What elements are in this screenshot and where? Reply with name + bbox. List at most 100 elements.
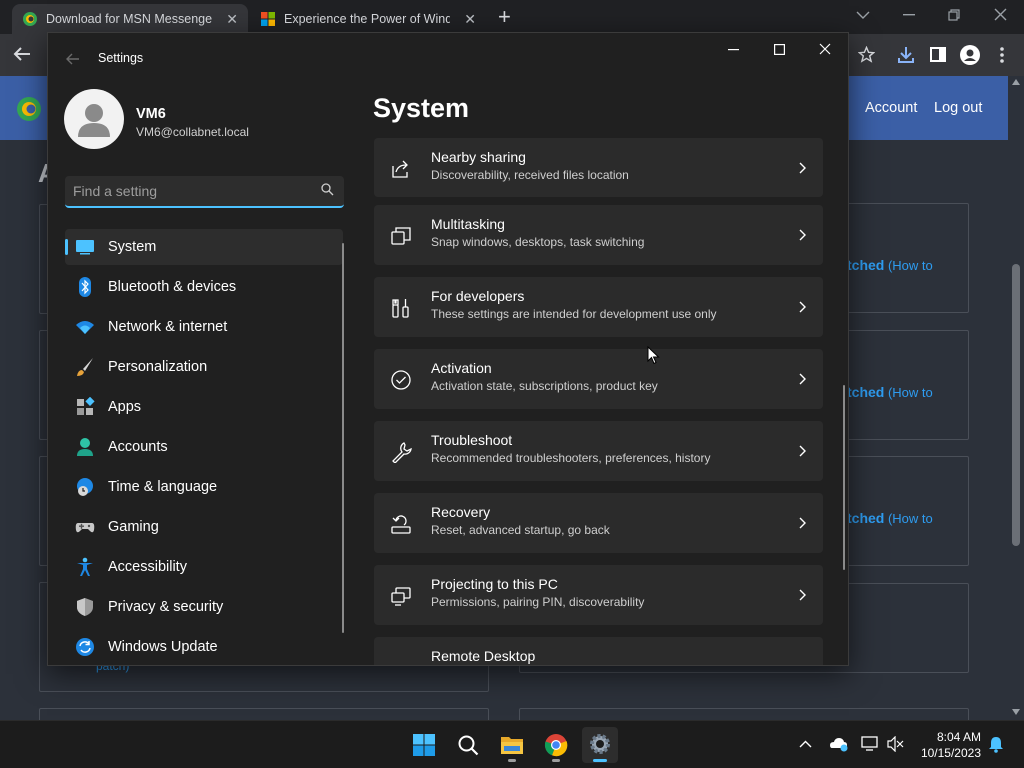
running-indicator: [508, 759, 516, 762]
settings-close-icon[interactable]: [819, 43, 831, 55]
card-link-sub[interactable]: (How to: [884, 511, 933, 526]
site-logo-icon: [17, 97, 41, 121]
row-title: Activation: [431, 360, 492, 376]
nav-item-time-language[interactable]: Time & language: [65, 469, 343, 505]
share-icon: [392, 160, 408, 178]
chevron-right-icon: [799, 229, 806, 241]
bookmark-star-icon[interactable]: [858, 46, 875, 63]
card-link-text[interactable]: tched: [847, 384, 884, 400]
nav-item-accounts[interactable]: Accounts: [65, 429, 343, 465]
network-display-icon[interactable]: [861, 736, 878, 752]
running-indicator: [593, 759, 607, 762]
more-menu-icon[interactable]: [1000, 47, 1004, 63]
nav-item-gaming[interactable]: Gaming: [65, 509, 343, 545]
show-hidden-icons-icon[interactable]: [799, 740, 812, 748]
browser-tab-msn[interactable]: Download for MSN Messenger | ✕: [12, 4, 248, 34]
row-description: Permissions, pairing PIN, discoverabilit…: [431, 595, 645, 609]
browser-close-icon[interactable]: [994, 8, 1007, 21]
nav-item-network[interactable]: Network & internet: [65, 309, 343, 345]
tab-title: Download for MSN Messenger |: [46, 12, 213, 26]
article-card[interactable]: [39, 708, 489, 720]
developer-tools-icon: [392, 299, 409, 318]
download-icon[interactable]: [897, 46, 915, 64]
nav-item-apps[interactable]: Apps: [65, 389, 343, 425]
search-icon[interactable]: [321, 183, 334, 196]
row-description: Discoverability, received files location: [431, 168, 629, 182]
taskbar-search-button[interactable]: [450, 727, 486, 763]
settings-row-for-developers[interactable]: For developers These settings are intend…: [374, 277, 823, 337]
taskbar-chrome[interactable]: [538, 727, 574, 763]
active-indicator: [65, 239, 68, 255]
settings-window: Settings VM6 VM6@collabnet.local System …: [47, 32, 849, 666]
article-card[interactable]: [519, 708, 969, 720]
card-link-sub[interactable]: (How to: [884, 385, 933, 400]
nav-item-windows-update[interactable]: Windows Update: [65, 629, 343, 665]
page-scrollbar[interactable]: [1008, 76, 1024, 720]
settings-row-projecting[interactable]: Projecting to this PC Permissions, pairi…: [374, 565, 823, 625]
onedrive-icon[interactable]: [830, 736, 848, 752]
settings-search-box[interactable]: [65, 176, 344, 208]
browser-minimize-icon[interactable]: [903, 14, 915, 16]
content-scrollbar[interactable]: [843, 385, 845, 570]
row-title: Troubleshoot: [431, 432, 513, 448]
scroll-up-arrow-icon[interactable]: [1011, 78, 1021, 86]
taskbar-settings[interactable]: [582, 727, 618, 763]
settings-maximize-icon[interactable]: [774, 44, 785, 55]
user-avatar[interactable]: [64, 89, 124, 149]
volume-muted-icon[interactable]: [887, 736, 904, 752]
start-button[interactable]: [406, 727, 442, 763]
nav-item-system[interactable]: System: [65, 229, 343, 265]
settings-row-multitasking[interactable]: Multitasking Snap windows, desktops, tas…: [374, 205, 823, 265]
notification-bell-icon[interactable]: [988, 736, 1004, 753]
side-panel-icon[interactable]: [930, 47, 946, 62]
close-tab-icon[interactable]: ✕: [464, 11, 476, 28]
site-nav-account[interactable]: Account: [865, 100, 917, 116]
card-link-sub[interactable]: (How to: [884, 258, 933, 273]
nav-item-label: Privacy & security: [108, 599, 224, 615]
apps-icon: [77, 397, 95, 415]
browser-tab-windows[interactable]: Experience the Power of Window ✕: [250, 4, 486, 34]
chrome-icon: [544, 734, 568, 757]
page-scrollbar-thumb[interactable]: [1012, 264, 1020, 546]
user-email: VM6@collabnet.local: [136, 125, 249, 139]
tab-search-icon[interactable]: [856, 10, 870, 20]
card-link-text[interactable]: tched: [847, 257, 884, 273]
card-link[interactable]: tched (How to: [847, 510, 933, 526]
nav-item-bluetooth[interactable]: Bluetooth & devices: [65, 269, 343, 305]
profile-icon[interactable]: [960, 45, 980, 65]
chevron-right-icon: [799, 517, 806, 529]
taskbar: 8:04 AM 10/15/2023: [0, 720, 1024, 768]
nav-item-accessibility[interactable]: Accessibility: [65, 549, 343, 585]
taskbar-file-explorer[interactable]: [494, 727, 530, 763]
nav-item-privacy[interactable]: Privacy & security: [65, 589, 343, 625]
settings-row-activation[interactable]: Activation Activation state, subscriptio…: [374, 349, 823, 409]
scroll-down-arrow-icon[interactable]: [1011, 708, 1021, 716]
edge-favicon-icon: [23, 12, 37, 26]
settings-row-remote-desktop[interactable]: Remote Desktop: [374, 637, 823, 665]
nav-scrollbar[interactable]: [342, 243, 344, 633]
settings-row-recovery[interactable]: Recovery Reset, advanced startup, go bac…: [374, 493, 823, 553]
nav-item-personalization[interactable]: Personalization: [65, 349, 343, 385]
chevron-right-icon: [799, 162, 806, 174]
site-nav-logout[interactable]: Log out: [934, 100, 982, 116]
system-clock[interactable]: 8:04 AM 10/15/2023: [921, 729, 981, 761]
back-arrow-icon[interactable]: [13, 46, 31, 62]
settings-minimize-icon[interactable]: [728, 49, 739, 51]
update-icon: [76, 638, 94, 656]
settings-row-troubleshoot[interactable]: Troubleshoot Recommended troubleshooters…: [374, 421, 823, 481]
new-tab-button[interactable]: +: [498, 4, 511, 30]
row-description: These settings are intended for developm…: [431, 307, 717, 321]
nav-item-label: Gaming: [108, 519, 159, 535]
card-link-text[interactable]: tched: [847, 510, 884, 526]
settings-search-input[interactable]: [73, 176, 308, 206]
settings-row-nearby-sharing[interactable]: Nearby sharing Discoverability, received…: [374, 138, 823, 197]
row-title: For developers: [431, 288, 525, 304]
browser-restore-icon[interactable]: [948, 9, 960, 21]
close-tab-icon[interactable]: ✕: [226, 11, 238, 28]
projecting-icon: [391, 587, 411, 606]
row-description: Recommended troubleshooters, preferences…: [431, 451, 711, 465]
settings-back-icon[interactable]: [66, 53, 80, 65]
clock-time: 8:04 AM: [936, 730, 981, 744]
card-link[interactable]: tched (How to: [847, 257, 933, 273]
card-link[interactable]: tched (How to: [847, 384, 933, 400]
